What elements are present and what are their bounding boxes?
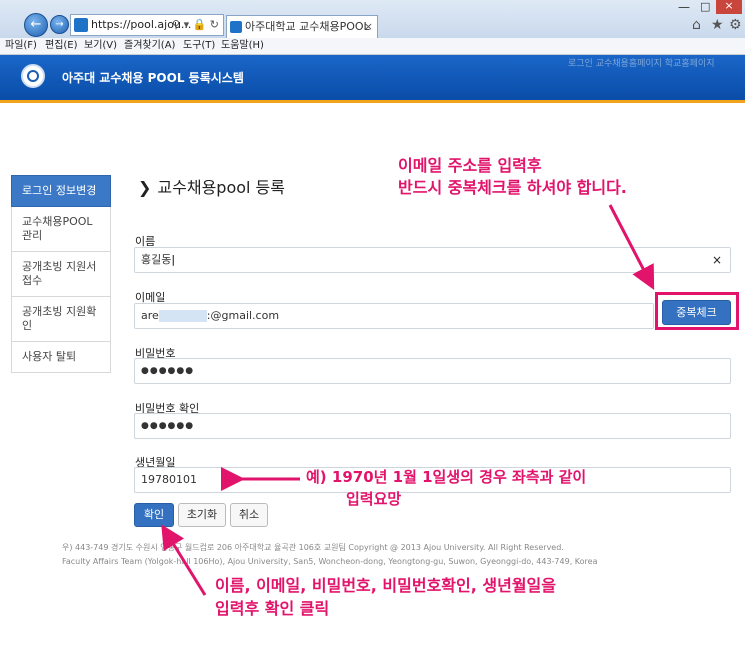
arrow-to-confirm-button [161,524,207,596]
arrow-to-dup-check [608,204,655,290]
annotation-arrows [161,204,655,596]
